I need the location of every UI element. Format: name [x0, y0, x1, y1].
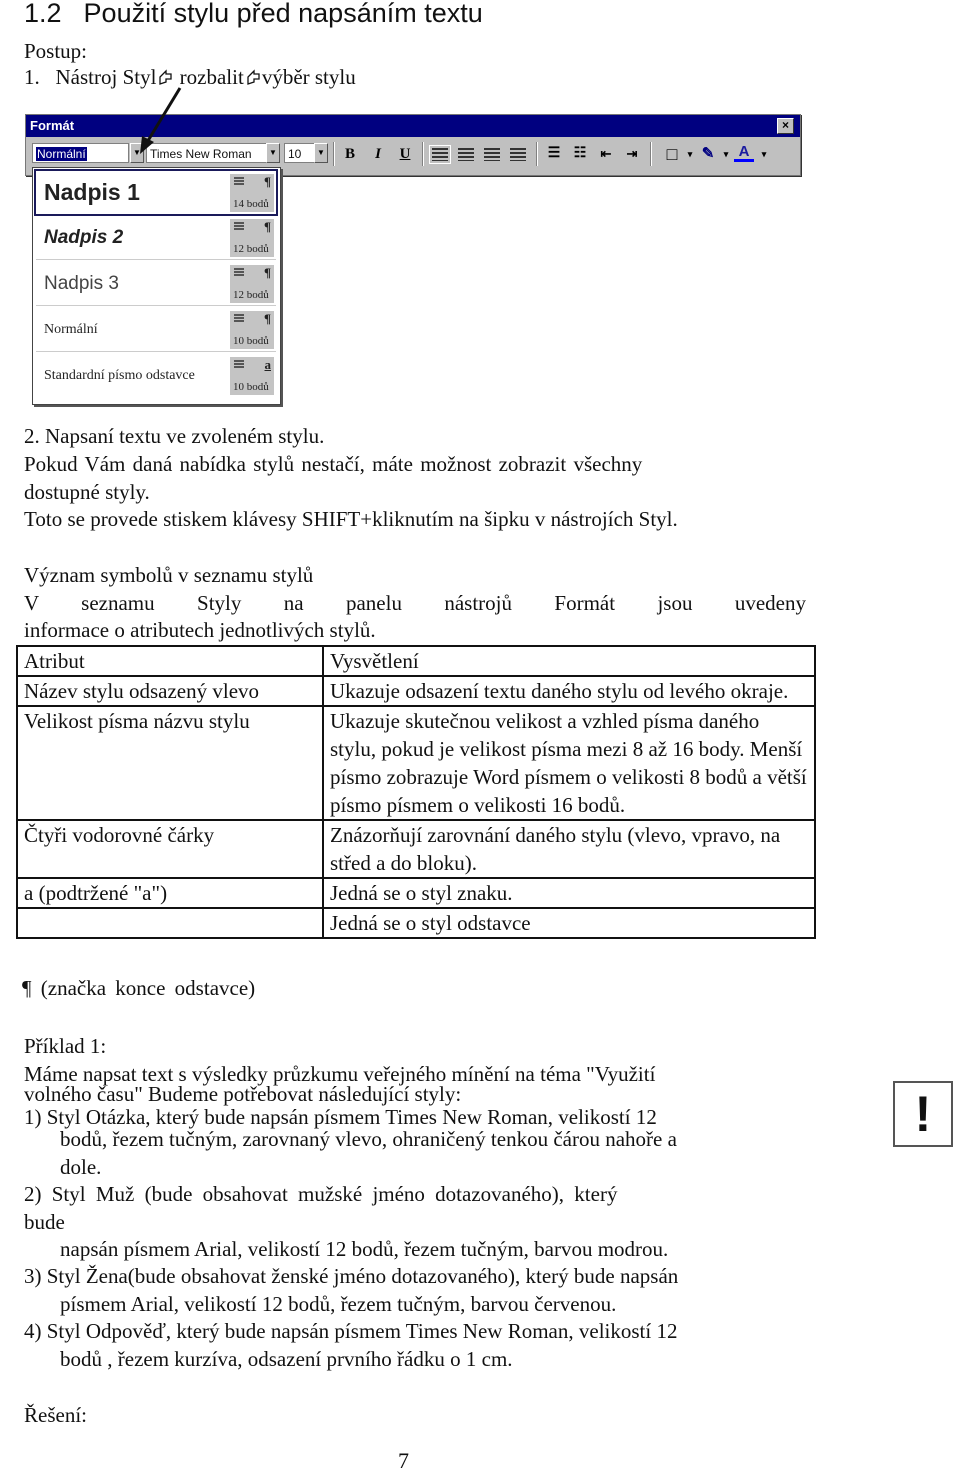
list-item-line: bude [24, 1210, 65, 1234]
highlight-dropdown-arrow[interactable]: ▾ [716, 144, 736, 164]
cursor-pointer-icon [159, 69, 173, 85]
table-row: Velikost písma názvu stylu Ukazuje skute… [16, 705, 816, 821]
symbols-heading: Význam symbolů v seznamu stylů [24, 563, 314, 587]
justify-icon[interactable] [510, 148, 526, 161]
highlight-icon[interactable]: ✎ [698, 144, 718, 164]
align-left-icon[interactable] [429, 145, 451, 164]
table-header: Vysvětlení [322, 645, 816, 677]
table-cell: Ukazuje odsazení textu daného stylu od l… [322, 675, 816, 707]
table-cell: Ukazuje skutečnou velikost a vzhled písm… [322, 705, 816, 821]
list-item-line: dole. [60, 1155, 102, 1179]
table-cell [16, 907, 324, 939]
close-icon[interactable]: × [777, 118, 794, 134]
style-meta: ¶ 14 bodů [230, 174, 274, 212]
paragraph-mark-icon: ¶ [263, 174, 271, 189]
align-right-icon[interactable] [484, 148, 500, 161]
align-icon [234, 314, 244, 323]
procedure-label: Postup: [24, 39, 88, 63]
paragraph-mark-icon: ¶ [263, 265, 271, 280]
list-item-line: písmem Arial, velikostí 12 bodů, řezem t… [60, 1292, 617, 1316]
paragraph-line: informace o atributech jednotlivých styl… [24, 618, 376, 642]
pilcrow-note: ¶ (značka konce odstavce) [22, 976, 256, 1000]
bullets-icon[interactable]: ☷ [570, 144, 590, 164]
list-item-line: bodů, řezem tučným, zarovnaný vlevo, ohr… [60, 1127, 677, 1151]
table-row: Čtyři vodorovné čárky Znázorňují zarovná… [16, 819, 816, 879]
border-icon[interactable]: □ [662, 144, 682, 164]
style-meta: ¶ 12 bodů [230, 265, 274, 303]
style-item-normalni[interactable]: Normální ¶ 10 bodů [36, 308, 276, 352]
increase-indent-icon[interactable]: ⇥ [622, 144, 642, 164]
list-item: 2) Styl Muž (bude obsahovat mužské jméno… [24, 1182, 618, 1206]
table-cell: Jedná se o styl znaku. [322, 877, 816, 909]
separator [333, 142, 335, 166]
style-item-nadpis-2[interactable]: Nadpis 2 ¶ 12 bodů [36, 216, 276, 260]
paragraph-line: Toto se provede stiskem klávesy SHIFT+kl… [24, 507, 678, 531]
paragraph-line: Pokud Vám daná nabídka stylů nestačí, má… [24, 452, 643, 476]
font-color-dropdown-arrow[interactable]: ▾ [754, 144, 774, 164]
table-cell: Název stylu odsazený vlevo [16, 675, 324, 707]
paragraph-line: dostupné styly. [24, 480, 150, 504]
table-row: a (podtržené "a") Jedná se o styl znaku. [16, 877, 816, 909]
separator [650, 142, 652, 166]
align-icon [234, 268, 244, 277]
decrease-indent-icon[interactable]: ⇤ [596, 144, 616, 164]
style-dropdown-list: Nadpis 1 ¶ 14 bodů Nadpis 2 ¶ 12 bodů Nadp… [32, 167, 281, 405]
align-icon [234, 360, 244, 369]
attributes-table: Atribut Vysvětlení Název stylu odsazený … [16, 645, 816, 939]
size-combo[interactable]: 10 [284, 143, 318, 163]
align-icon [234, 177, 244, 186]
table-cell: Velikost písma názvu stylu [16, 705, 324, 821]
style-item-nadpis-3[interactable]: Nadpis 3 ¶ 12 bodů [36, 262, 276, 306]
paragraph-mark-icon: ¶ [263, 219, 271, 234]
list-item-line: bodů , řezem kurzíva, odsazení prvního ř… [60, 1347, 513, 1371]
style-combo[interactable]: Normální [32, 143, 129, 163]
font-dropdown-arrow[interactable]: ▼ [266, 143, 280, 163]
bold-button[interactable]: B [340, 144, 360, 164]
page-number: 7 [398, 1448, 409, 1473]
section-heading: 1.2 Použití stylu před napsáním textu [24, 0, 483, 28]
italic-button[interactable]: I [368, 144, 388, 164]
border-dropdown-arrow[interactable]: ▾ [680, 144, 700, 164]
list-item: 3) Styl Žena(bude obsahovat ženské jméno… [24, 1264, 679, 1288]
separator [422, 142, 424, 166]
list-item-line: napsán písmem Arial, velikostí 12 bodů, … [60, 1237, 669, 1261]
character-style-icon: a [264, 357, 272, 372]
style-meta: a 10 bodů [230, 357, 274, 395]
table-header: Atribut [16, 645, 324, 677]
numbering-icon[interactable]: ☰ [544, 144, 564, 164]
cursor-pointer-icon [247, 69, 260, 85]
paragraph-line: V seznamu Styly na panelu nástrojů Formá… [24, 591, 806, 615]
style-meta: ¶ 10 bodů [230, 311, 274, 349]
pointer-arrow-icon [140, 87, 182, 154]
solution-label: Řešení: [24, 1403, 87, 1427]
warning-icon: ! [893, 1081, 953, 1147]
font-color-icon[interactable]: A [734, 144, 754, 162]
align-center-icon[interactable] [458, 148, 474, 161]
paragraph-mark-icon: ¶ [263, 311, 271, 326]
step-2: 2. Napsaní textu ve zvoleném stylu. [24, 424, 325, 448]
table-cell: a (podtržené "a") [16, 877, 324, 909]
underline-button[interactable]: U [395, 144, 415, 164]
separator [536, 142, 538, 166]
step-1: 1. Nástroj Styl rozbalit výběr stylu [24, 65, 356, 89]
table-header-row: Atribut Vysvětlení [16, 645, 816, 677]
style-item-nadpis-1[interactable]: Nadpis 1 ¶ 14 bodů [34, 169, 278, 216]
style-item-standardni-pismo[interactable]: Standardní písmo odstavce a 10 bodů [36, 354, 276, 397]
size-dropdown-arrow[interactable]: ▼ [314, 143, 328, 163]
align-icon [234, 222, 244, 231]
example-title: Příklad 1: [24, 1034, 107, 1058]
table-cell: Čtyři vodorovné čárky [16, 819, 324, 879]
table-row: Jedná se o styl odstavce [16, 907, 816, 939]
list-item: 4) Styl Odpověď, který bude napsán písme… [24, 1319, 678, 1343]
table-row: Název stylu odsazený vlevo Ukazuje odsaz… [16, 675, 816, 707]
style-meta: ¶ 12 bodů [230, 219, 274, 257]
table-cell: Znázorňují zarovnání daného stylu (vlevo… [322, 819, 816, 879]
table-cell: Jedná se o styl odstavce [322, 907, 816, 939]
